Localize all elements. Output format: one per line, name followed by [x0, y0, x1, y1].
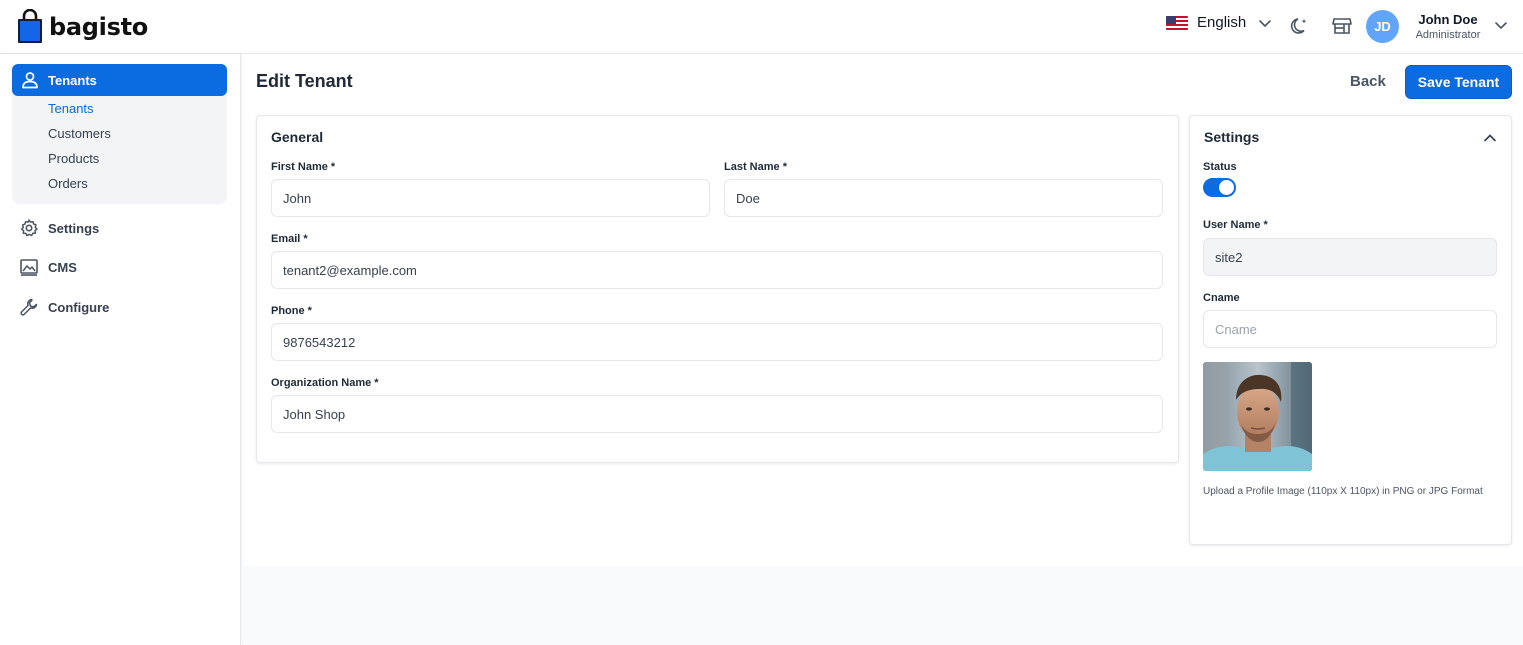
sidebar-item-label: Settings	[48, 220, 100, 236]
sidebar-subitem-customers[interactable]: Customers	[48, 126, 111, 141]
user-name-label: User Name *	[1203, 219, 1268, 231]
sidebar-item-settings[interactable]: Settings	[19, 218, 99, 238]
sidebar-item-cms[interactable]: CMS	[19, 257, 77, 277]
cname-input[interactable]	[1203, 310, 1497, 348]
settings-card-title: Settings	[1204, 129, 1260, 145]
sidebar-item-tenants[interactable]: Tenants	[12, 64, 227, 96]
chevron-down-icon	[1259, 19, 1272, 27]
sidebar-item-label: Configure	[48, 299, 110, 315]
general-card: General First Name * Last Name * Email *…	[256, 115, 1179, 463]
image-icon	[20, 259, 38, 276]
top-header: bagisto English JD John Doe Administrato…	[0, 0, 1523, 54]
user-avatar[interactable]: JD	[1366, 10, 1399, 43]
profile-image[interactable]	[1203, 362, 1312, 471]
language-switcher[interactable]: English	[1166, 14, 1272, 31]
first-name-input[interactable]	[271, 179, 710, 217]
brand-logo[interactable]: bagisto	[17, 9, 148, 44]
wrench-icon	[20, 298, 38, 316]
organization-name-label: Organization Name *	[271, 377, 379, 389]
status-label: Status	[1203, 161, 1237, 173]
sidebar-subitem-tenants[interactable]: Tenants	[48, 101, 94, 116]
sidebar-item-label: CMS	[48, 259, 77, 275]
back-button[interactable]: Back	[1340, 71, 1396, 92]
settings-card: Settings Status User Name * Cname	[1189, 115, 1512, 545]
phone-label: Phone *	[271, 305, 312, 317]
moon-icon[interactable]	[1289, 15, 1311, 37]
user-role: Administrator	[1415, 29, 1481, 41]
organization-name-input[interactable]	[271, 395, 1163, 433]
brand-name: bagisto	[49, 12, 148, 41]
profile-image-help-text: Upload a Profile Image (110px X 110px) i…	[1203, 486, 1483, 497]
sidebar-item-label: Tenants	[48, 72, 97, 88]
user-name-input[interactable]	[1203, 238, 1497, 276]
save-tenant-button[interactable]: Save Tenant	[1405, 65, 1512, 99]
first-name-label: First Name *	[271, 161, 336, 173]
phone-input[interactable]	[271, 323, 1163, 361]
storefront-icon[interactable]	[1331, 15, 1353, 37]
chevron-down-icon[interactable]	[1494, 18, 1508, 32]
us-flag-icon	[1166, 15, 1188, 30]
sidebar-subitem-orders[interactable]: Orders	[48, 176, 88, 191]
status-toggle[interactable]	[1203, 178, 1236, 197]
language-label: English	[1197, 14, 1247, 31]
last-name-input[interactable]	[724, 179, 1163, 217]
email-label: Email *	[271, 233, 308, 245]
email-input[interactable]	[271, 251, 1163, 289]
sidebar-subitem-products[interactable]: Products	[48, 151, 99, 166]
user-icon	[22, 72, 38, 89]
tenants-nav-group: Tenants Tenants Customers Products Order…	[12, 64, 227, 204]
user-name: John Doe	[1418, 12, 1478, 27]
sidebar-item-configure[interactable]: Configure	[19, 297, 109, 317]
chevron-up-icon[interactable]	[1482, 130, 1498, 146]
last-name-label: Last Name *	[724, 161, 787, 173]
gear-icon	[20, 219, 38, 237]
sidebar: Tenants Tenants Customers Products Order…	[0, 54, 241, 645]
general-card-title: General	[271, 129, 324, 145]
page-title: Edit Tenant	[256, 71, 353, 91]
shopping-bag-icon	[18, 9, 42, 43]
cname-label: Cname	[1203, 292, 1240, 304]
toggle-knob	[1219, 180, 1234, 195]
content-footer-area	[242, 566, 1523, 645]
